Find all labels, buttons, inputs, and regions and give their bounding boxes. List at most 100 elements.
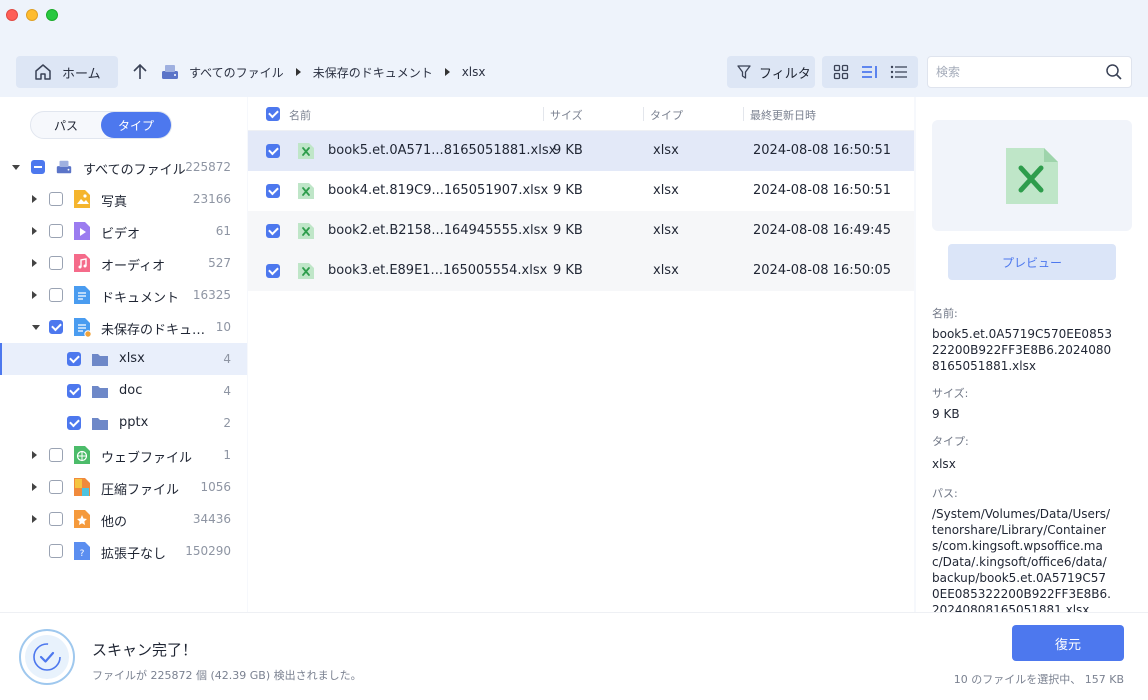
- chevron-down-icon[interactable]: [12, 165, 20, 170]
- tree-checkbox[interactable]: [49, 512, 63, 526]
- column-header-size[interactable]: サイズ: [550, 107, 583, 123]
- tree-item-3[interactable]: オーディオ 527: [0, 247, 247, 279]
- segment-type[interactable]: タイプ: [101, 112, 171, 138]
- home-icon: [35, 64, 51, 80]
- tree-checkbox[interactable]: [67, 416, 81, 430]
- tree-checkbox[interactable]: [49, 320, 63, 334]
- maximize-window-button[interactable]: [46, 9, 58, 21]
- search-input[interactable]: [928, 57, 1098, 87]
- search-box: [927, 56, 1132, 88]
- tree-item-5[interactable]: 未保存のドキュメント 10: [0, 311, 247, 343]
- tree-item-label: ウェブファイル: [101, 451, 193, 466]
- tree-item-11[interactable]: 他の 34436: [0, 503, 247, 535]
- excel-file-icon: [1006, 147, 1058, 204]
- file-rows: book5.et.0A571...8165051881.xlsx 9 KB xl…: [248, 131, 914, 291]
- tree-item-count: 225872: [185, 160, 231, 174]
- search-icon[interactable]: [1105, 63, 1123, 81]
- table-row[interactable]: book3.et.E89E1...165005554.xlsx 9 KB xls…: [248, 251, 914, 291]
- grid-view-icon: [833, 64, 848, 80]
- unknown-file-icon: ?: [73, 541, 91, 561]
- home-button[interactable]: ホーム: [16, 56, 118, 88]
- tree-item-4[interactable]: ドキュメント 16325: [0, 279, 247, 311]
- chevron-right-icon[interactable]: [32, 227, 37, 235]
- tree-item-label: pptx: [119, 415, 149, 430]
- tree-checkbox[interactable]: [49, 288, 63, 302]
- tree-checkbox[interactable]: [49, 224, 63, 238]
- file-type: xlsx: [653, 263, 679, 278]
- segment-path[interactable]: パス: [31, 112, 101, 138]
- file-size: 9 KB: [553, 223, 583, 238]
- chevron-right-icon[interactable]: [32, 291, 37, 299]
- column-header-name[interactable]: 名前: [289, 107, 311, 123]
- column-divider[interactable]: [643, 107, 644, 121]
- detail-size-value: 9 KB: [932, 407, 960, 421]
- column-divider[interactable]: [743, 107, 744, 121]
- music-icon: [73, 253, 91, 273]
- chevron-right-icon[interactable]: [32, 195, 37, 203]
- restore-button[interactable]: 復元: [1012, 625, 1124, 661]
- tree-checkbox[interactable]: [31, 160, 45, 174]
- tree-item-9[interactable]: ウェブファイル 1: [0, 439, 247, 471]
- column-header-modified[interactable]: 最終更新日時: [750, 107, 816, 123]
- status-bar: スキャン完了！ ファイルが 225872 個 (42.39 GB) 検出されまし…: [0, 612, 1148, 700]
- tree-item-count: 1056: [200, 480, 231, 494]
- grid-view-button[interactable]: [829, 60, 853, 84]
- detail-type-value: xlsx: [932, 457, 956, 471]
- excel-file-icon: [298, 183, 314, 199]
- select-all-checkbox[interactable]: [266, 107, 280, 121]
- tree-checkbox[interactable]: [49, 192, 63, 206]
- tree-item-0[interactable]: すべてのファイル 225872: [0, 151, 247, 183]
- tree-item-doc[interactable]: doc 4: [0, 375, 247, 407]
- file-size: 9 KB: [553, 143, 583, 158]
- other-icon: [73, 509, 91, 529]
- detail-name-value: book5.et.0A5719C570EE085322200B922FF3E8B…: [932, 327, 1112, 373]
- tree-checkbox[interactable]: [49, 544, 63, 558]
- preview-button[interactable]: プレビュー: [948, 244, 1116, 280]
- chevron-right-icon[interactable]: [32, 451, 37, 459]
- tree-item-12[interactable]: ? 拡張子なし 150290: [0, 535, 247, 567]
- tree-item-2[interactable]: ビデオ 61: [0, 215, 247, 247]
- detail-type: タイプ: xlsx: [932, 434, 1112, 472]
- tree-item-xlsx[interactable]: xlsx 4: [0, 343, 247, 375]
- chevron-down-icon[interactable]: [32, 325, 40, 330]
- tree-checkbox[interactable]: [49, 480, 63, 494]
- tree-checkbox[interactable]: [49, 448, 63, 462]
- breadcrumb-item-xlsx[interactable]: xlsx: [462, 65, 486, 79]
- row-checkbox[interactable]: [266, 144, 280, 158]
- tree-item-count: 4: [223, 352, 231, 366]
- up-level-button[interactable]: [130, 60, 150, 84]
- row-checkbox[interactable]: [266, 264, 280, 278]
- table-row[interactable]: book5.et.0A571...8165051881.xlsx 9 KB xl…: [248, 131, 914, 171]
- document-icon: [73, 285, 91, 305]
- tree-item-1[interactable]: 写真 23166: [0, 183, 247, 215]
- tree-item-10[interactable]: 圧縮ファイル 1056: [0, 471, 247, 503]
- column-header-type[interactable]: タイプ: [650, 107, 683, 123]
- chevron-right-icon[interactable]: [32, 515, 37, 523]
- table-row[interactable]: book4.et.819C9...165051907.xlsx 9 KB xls…: [248, 171, 914, 211]
- breadcrumb-item-all-files[interactable]: すべてのファイル: [189, 64, 284, 81]
- tree-checkbox[interactable]: [67, 384, 81, 398]
- view-segment-control: パス タイプ: [30, 111, 172, 139]
- breadcrumb-item-unsaved-docs[interactable]: 未保存のドキュメント: [313, 64, 433, 81]
- chevron-right-icon[interactable]: [32, 259, 37, 267]
- folder-icon: [91, 349, 109, 369]
- tree-item-label: すべてのファイル: [83, 163, 186, 178]
- tree-item-pptx[interactable]: pptx 2: [0, 407, 247, 439]
- filter-button[interactable]: フィルタ: [727, 56, 815, 88]
- row-checkbox[interactable]: [266, 224, 280, 238]
- window-controls: [6, 9, 58, 21]
- tree-item-label: 写真: [101, 195, 128, 210]
- detail-view-button[interactable]: [858, 60, 882, 84]
- minimize-window-button[interactable]: [26, 9, 38, 21]
- tree-checkbox[interactable]: [67, 352, 81, 366]
- column-divider[interactable]: [543, 107, 544, 121]
- close-window-button[interactable]: [6, 9, 18, 21]
- row-checkbox[interactable]: [266, 184, 280, 198]
- list-view-button[interactable]: [887, 60, 911, 84]
- table-row[interactable]: book2.et.B2158...164945555.xlsx 9 KB xls…: [248, 211, 914, 251]
- file-modified: 2024-08-08 16:50:51: [753, 143, 892, 158]
- chevron-right-icon[interactable]: [32, 483, 37, 491]
- tree-item-count: 10: [215, 320, 231, 334]
- category-tree: すべてのファイル 225872 写真 23166 ビデオ 61 オーディオ 527 ドキュメント…: [0, 151, 247, 567]
- tree-checkbox[interactable]: [49, 256, 63, 270]
